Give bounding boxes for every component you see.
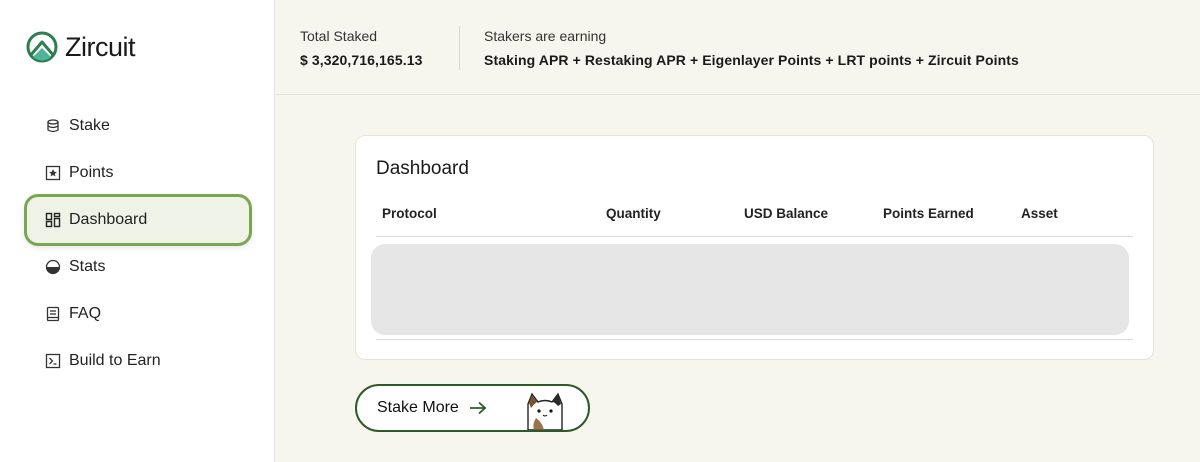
star-box-icon [45, 165, 61, 181]
stats-header: Total Staked $ 3,320,716,165.13 Stakers … [276, 0, 1200, 95]
loading-skeleton [371, 244, 1129, 335]
sidebar-item-label: Stats [69, 257, 106, 275]
sidebar-item-label: FAQ [69, 304, 102, 322]
total-staked-block: Total Staked $ 3,320,716,165.13 [300, 28, 422, 68]
page-title: Dashboard [376, 158, 469, 179]
stake-more-button[interactable]: Stake More [355, 384, 590, 432]
pie-icon [45, 259, 61, 275]
dashboard-card: Dashboard Protocol Quantity USD Balance … [355, 135, 1154, 360]
column-header-quantity: Quantity [606, 206, 661, 221]
sidebar-item-label: Points [69, 163, 114, 181]
total-staked-value: $ 3,320,716,165.13 [300, 52, 423, 68]
book-icon [45, 306, 61, 322]
arrow-right-icon [469, 401, 487, 415]
app-logo[interactable]: Zircuit [25, 30, 136, 64]
sidebar-item-dashboard[interactable]: Dashboard [24, 194, 252, 246]
sidebar-item-label: Stake [69, 116, 110, 134]
column-header-usd-balance: USD Balance [744, 206, 829, 221]
sidebar-item-stats[interactable]: Stats [24, 243, 252, 290]
sidebar-nav: Stake Points Dashboard Stats FAQ Build t… [24, 102, 252, 384]
sidebar: Zircuit Stake Points Dashboard Stats FAQ… [0, 0, 275, 462]
sidebar-item-label: Dashboard [69, 211, 148, 228]
sidebar-item-build-to-earn[interactable]: Build to Earn [24, 337, 252, 384]
earning-label: Stakers are earning [484, 28, 607, 44]
column-header-points-earned: Points Earned [883, 206, 974, 221]
earning-block: Stakers are earning Staking APR + Restak… [484, 28, 1019, 68]
total-staked-label: Total Staked [300, 28, 378, 44]
cat-mascot-icon [527, 392, 563, 430]
dashboard-icon [45, 212, 61, 228]
table-bottom-divider [376, 339, 1133, 340]
zircuit-logo-icon [26, 31, 58, 63]
table-header: Protocol Quantity USD Balance Points Ear… [376, 198, 1133, 237]
sidebar-item-label: Build to Earn [69, 351, 161, 369]
coins-icon [45, 118, 61, 134]
header-divider [459, 26, 460, 70]
column-header-asset: Asset [1021, 206, 1058, 221]
terminal-icon [45, 353, 61, 369]
sidebar-item-faq[interactable]: FAQ [24, 290, 252, 337]
stake-more-label: Stake More [377, 399, 459, 416]
app-name: Zircuit [65, 31, 136, 62]
sidebar-item-points[interactable]: Points [24, 149, 252, 196]
earning-value: Staking APR + Restaking APR + Eigenlayer… [484, 52, 1019, 68]
column-header-protocol: Protocol [382, 206, 437, 221]
sidebar-item-stake[interactable]: Stake [24, 102, 252, 149]
